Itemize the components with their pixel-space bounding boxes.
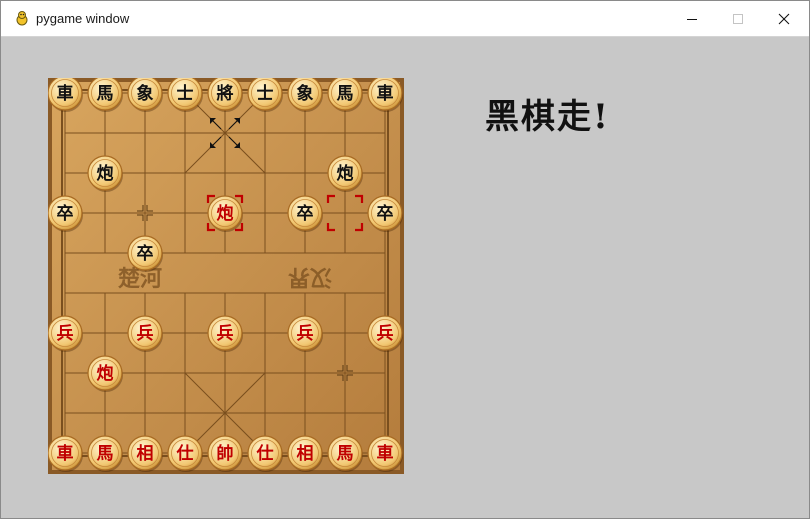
window-title: pygame window (36, 11, 130, 26)
piece-label: 馬 (337, 444, 354, 464)
xiangqi-board[interactable]: 楚河 汉界 車馬象士將士象馬車炮 炮卒炮卒卒卒兵兵兵兵兵炮車馬相仕帥仕相馬車 (48, 78, 404, 474)
piece-label: 士 (257, 83, 274, 104)
minimize-button[interactable] (669, 1, 715, 36)
piece-label: 卒 (297, 203, 314, 224)
pygame-snake-icon (16, 11, 28, 26)
piece-label: 馬 (97, 444, 114, 464)
piece-label: 仕 (176, 443, 194, 464)
piece-label: 兵 (377, 323, 394, 344)
piece-label: 炮 (97, 363, 114, 384)
turn-status-text: 黑棋走! (485, 97, 610, 137)
title-bar[interactable]: pygame window (1, 1, 809, 37)
piece-label: 兵 (217, 323, 234, 344)
piece-label: 仕 (256, 443, 274, 464)
piece-label: 象 (137, 83, 154, 104)
piece-label: 炮 (337, 163, 354, 184)
piece-label: 將 (217, 83, 234, 104)
maximize-icon (733, 14, 743, 24)
piece-label: 馬 (337, 84, 354, 104)
maximize-button[interactable] (715, 1, 761, 36)
piece-label: 兵 (137, 323, 154, 344)
minimize-icon (687, 19, 697, 20)
piece-label: 卒 (137, 243, 154, 264)
river-right-text: 汉界 (288, 264, 332, 290)
piece-label: 炮 (217, 203, 234, 224)
piece-label: 馬 (97, 84, 114, 104)
piece-label: 車 (57, 83, 74, 104)
piece-label: 卒 (57, 203, 74, 224)
piece-label: 炮 (97, 163, 114, 184)
piece-label: 車 (57, 443, 74, 464)
piece-label: 車 (377, 83, 394, 104)
close-icon (778, 13, 790, 25)
piece-label: 帥 (217, 443, 234, 464)
piece-label: 象 (297, 83, 314, 104)
close-button[interactable] (761, 1, 807, 36)
piece-label: 兵 (297, 323, 314, 344)
piece-label: 士 (177, 83, 194, 104)
piece-label: 相 (297, 443, 314, 464)
pygame-window: pygame window 楚河 汉界 車 馬 象 士 將 士 象 馬 車 炮 … (0, 0, 810, 519)
piece-label: 卒 (377, 203, 394, 224)
piece-label: 車 (377, 443, 394, 464)
game-canvas[interactable]: 楚河 汉界 車馬象士將士象馬車炮炮卒炮卒卒卒兵兵兵兵兵炮車馬相仕帥仕相馬車 黑棋… (1, 37, 809, 518)
piece-label: 相 (137, 443, 154, 464)
piece-label: 兵 (57, 323, 74, 344)
